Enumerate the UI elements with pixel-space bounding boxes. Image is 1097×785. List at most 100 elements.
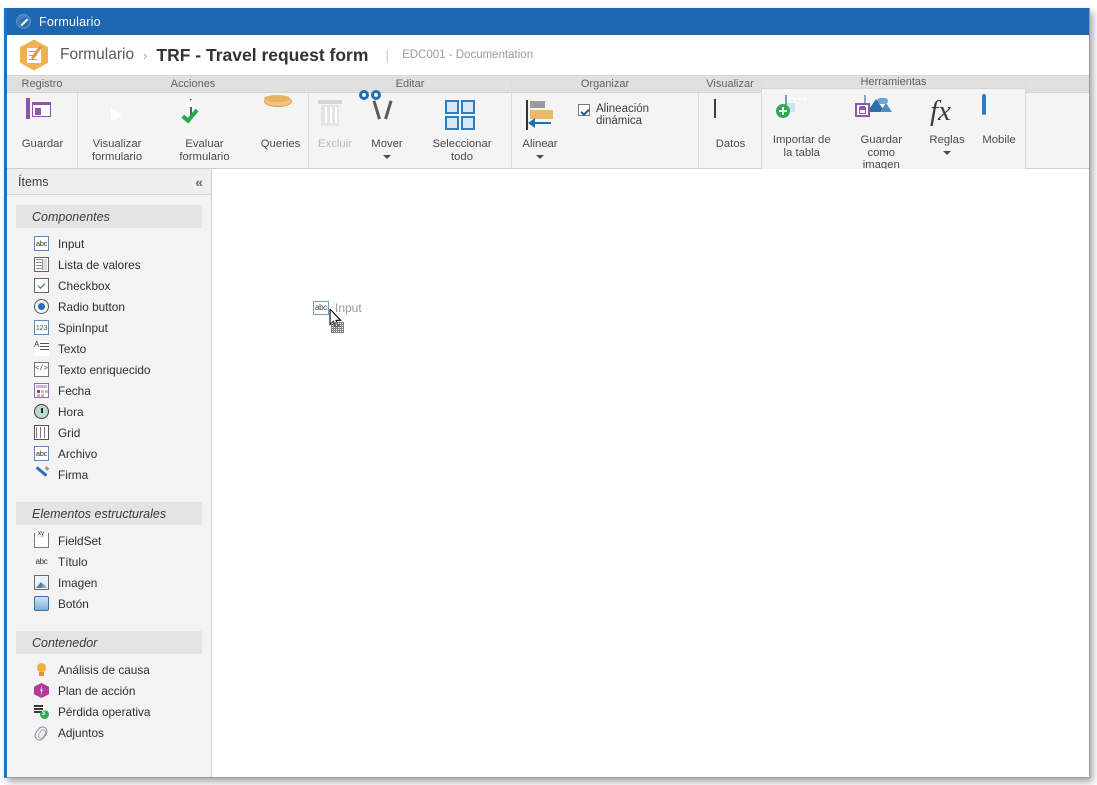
sidebar-item-firma[interactable]: Firma bbox=[16, 464, 202, 485]
sidebar-section-contenedor: Contenedor bbox=[16, 631, 202, 654]
sidebar-item-label: Fecha bbox=[58, 383, 91, 398]
save-as-image-button[interactable]: Guardar como imagen bbox=[842, 95, 922, 172]
breadcrumb: Formulario › TRF - Travel request form |… bbox=[7, 35, 1089, 76]
chevron-down-icon[interactable] bbox=[383, 154, 391, 159]
sidebar-item-imagen[interactable]: Imagen bbox=[16, 572, 202, 593]
ribbon-group-registro: Registro Guardar bbox=[7, 76, 78, 168]
text-icon bbox=[34, 341, 49, 356]
window-title-bar: Formulario bbox=[7, 8, 1089, 35]
sidebar-title: Ítems bbox=[18, 174, 49, 189]
save-image-icon bbox=[855, 95, 898, 130]
queries-button[interactable]: Queries bbox=[253, 100, 308, 151]
sidebar-content[interactable]: Componentes abc Input Lista de valores C… bbox=[7, 195, 211, 777]
sidebar-item-fecha[interactable]: Fecha bbox=[16, 380, 202, 401]
sidebar-item-label: Botón bbox=[58, 596, 89, 611]
sidebar-item-label: Archivo bbox=[58, 446, 98, 461]
sidebar-item-radio-button[interactable]: Radio button bbox=[16, 296, 202, 317]
drag-marker-icon bbox=[331, 322, 344, 333]
sidebar-item-label: Adjuntos bbox=[58, 725, 104, 740]
move-button-label: Mover bbox=[371, 138, 403, 150]
action-plan-icon bbox=[34, 683, 49, 698]
ribbon-group-label: Registro bbox=[7, 76, 77, 93]
sidebar-item-archivo[interactable]: abc Archivo bbox=[16, 443, 202, 464]
sidebar-item-label: Imagen bbox=[58, 575, 98, 590]
data-button[interactable]: Datos bbox=[699, 99, 762, 151]
sidebar-item-plan-de-accion[interactable]: Plan de acción bbox=[16, 680, 202, 701]
sidebar-item-adjuntos[interactable]: Adjuntos bbox=[16, 722, 202, 743]
signature-pen-icon bbox=[34, 467, 49, 482]
align-button[interactable]: Alinear bbox=[512, 100, 568, 159]
dynamic-alignment-checkbox[interactable]: Alineación dinámica bbox=[568, 100, 698, 127]
spin-input-icon: 123 bbox=[34, 320, 49, 335]
items-sidebar: Ítems « Componentes abc Input Lista de v… bbox=[7, 169, 212, 777]
sidebar-item-lista-de-valores[interactable]: Lista de valores bbox=[16, 254, 202, 275]
page-check-icon bbox=[180, 99, 222, 134]
sidebar-item-label: Texto bbox=[58, 341, 87, 356]
play-circle-icon bbox=[100, 100, 134, 134]
sidebar-item-boton[interactable]: Botón bbox=[16, 593, 202, 614]
delete-button[interactable]: Excluir bbox=[309, 100, 361, 151]
save-as-image-button-label: Guardar como imagen bbox=[860, 134, 902, 171]
align-button-label: Alinear bbox=[522, 138, 558, 150]
chevron-down-icon[interactable] bbox=[943, 150, 951, 155]
mobile-button-label: Mobile bbox=[982, 134, 1016, 146]
import-table-icon bbox=[775, 95, 819, 130]
abc-title-icon: abc bbox=[35, 557, 48, 566]
sidebar-item-hora[interactable]: Hora bbox=[16, 401, 202, 422]
select-all-button-label: Seleccionar todo bbox=[432, 138, 492, 163]
view-form-button-label: Visualizar formulario bbox=[91, 138, 143, 163]
ribbon-group-label: Editar bbox=[309, 76, 511, 93]
ribbon-toolbar: Registro Guardar Acciones Visualizar for… bbox=[7, 76, 1089, 172]
sidebar-item-texto[interactable]: Texto bbox=[16, 338, 202, 359]
sidebar-item-input[interactable]: abc Input bbox=[16, 233, 202, 254]
view-form-button[interactable]: Visualizar formulario bbox=[78, 100, 156, 163]
rules-button[interactable]: fx Reglas bbox=[921, 96, 973, 155]
scissors-icon bbox=[359, 90, 404, 134]
sidebar-item-spininput[interactable]: 123 SpinInput bbox=[16, 317, 202, 338]
sidebar-item-label: Checkbox bbox=[58, 278, 111, 293]
chevron-double-left-icon[interactable]: « bbox=[195, 174, 203, 190]
rich-text-icon: </> bbox=[34, 362, 49, 377]
ribbon-group-editar: Editar Excluir Mover Seleccionar todo bbox=[309, 76, 512, 168]
paperclip-icon bbox=[34, 725, 49, 740]
page-title: TRF - Travel request form bbox=[156, 44, 369, 65]
evaluate-form-button-label: Evaluar formulario bbox=[179, 138, 230, 163]
select-all-icon bbox=[445, 100, 479, 134]
sidebar-item-titulo[interactable]: abc Título bbox=[16, 551, 202, 572]
abc-input-icon: abc bbox=[313, 301, 329, 315]
sidebar-item-analisis-de-causa[interactable]: Análisis de causa bbox=[16, 659, 202, 680]
save-button[interactable]: Guardar bbox=[7, 98, 78, 151]
sidebar-item-label: SpinInput bbox=[58, 320, 108, 335]
save-button-label: Guardar bbox=[21, 138, 64, 150]
form-design-canvas[interactable]: abc Input bbox=[212, 169, 1089, 777]
ribbon-group-herramientas: Herramientas Importar de la tabla Guarda… bbox=[762, 76, 1026, 172]
sidebar-item-label: Título bbox=[58, 554, 88, 569]
ribbon-group-label: Herramientas bbox=[762, 76, 1025, 89]
checkbox-icon[interactable] bbox=[578, 104, 590, 116]
list-of-values-icon bbox=[34, 257, 49, 272]
dynamic-alignment-label: Alineación dinámica bbox=[596, 103, 650, 127]
import-from-table-button-label: Importar de la tabla bbox=[772, 134, 831, 159]
sidebar-item-grid[interactable]: Grid bbox=[16, 422, 202, 443]
sidebar-item-texto-enriquecido[interactable]: </> Texto enriquecido bbox=[16, 359, 202, 380]
checkbox-icon bbox=[34, 278, 49, 293]
delete-button-label: Excluir bbox=[318, 138, 352, 150]
sidebar-item-label: Plan de acción bbox=[58, 683, 136, 698]
header-subtitle: EDC001 - Documentation bbox=[402, 49, 534, 61]
chevron-down-icon[interactable] bbox=[536, 154, 544, 159]
sidebar-item-fieldset[interactable]: FieldSet bbox=[16, 530, 202, 551]
sidebar-item-perdida-operativa[interactable]: $ Pérdida operativa bbox=[16, 701, 202, 722]
evaluate-form-button[interactable]: Evaluar formulario bbox=[156, 99, 253, 163]
ribbon-group-label: Organizar bbox=[512, 76, 698, 93]
select-all-button[interactable]: Seleccionar todo bbox=[413, 100, 511, 163]
ribbon-group-acciones: Acciones Visualizar formulario Evaluar f… bbox=[78, 76, 309, 168]
sidebar-item-checkbox[interactable]: Checkbox bbox=[16, 275, 202, 296]
import-from-table-button[interactable]: Importar de la tabla bbox=[762, 95, 842, 159]
sidebar-item-label: FieldSet bbox=[58, 533, 102, 548]
breadcrumb-root[interactable]: Formulario bbox=[60, 46, 134, 64]
mobile-button[interactable]: Mobile bbox=[973, 94, 1025, 147]
move-button[interactable]: Mover bbox=[359, 90, 413, 159]
sidebar-item-label: Radio button bbox=[58, 299, 125, 314]
image-icon bbox=[34, 575, 49, 590]
sidebar-item-label: Pérdida operativa bbox=[58, 704, 151, 719]
